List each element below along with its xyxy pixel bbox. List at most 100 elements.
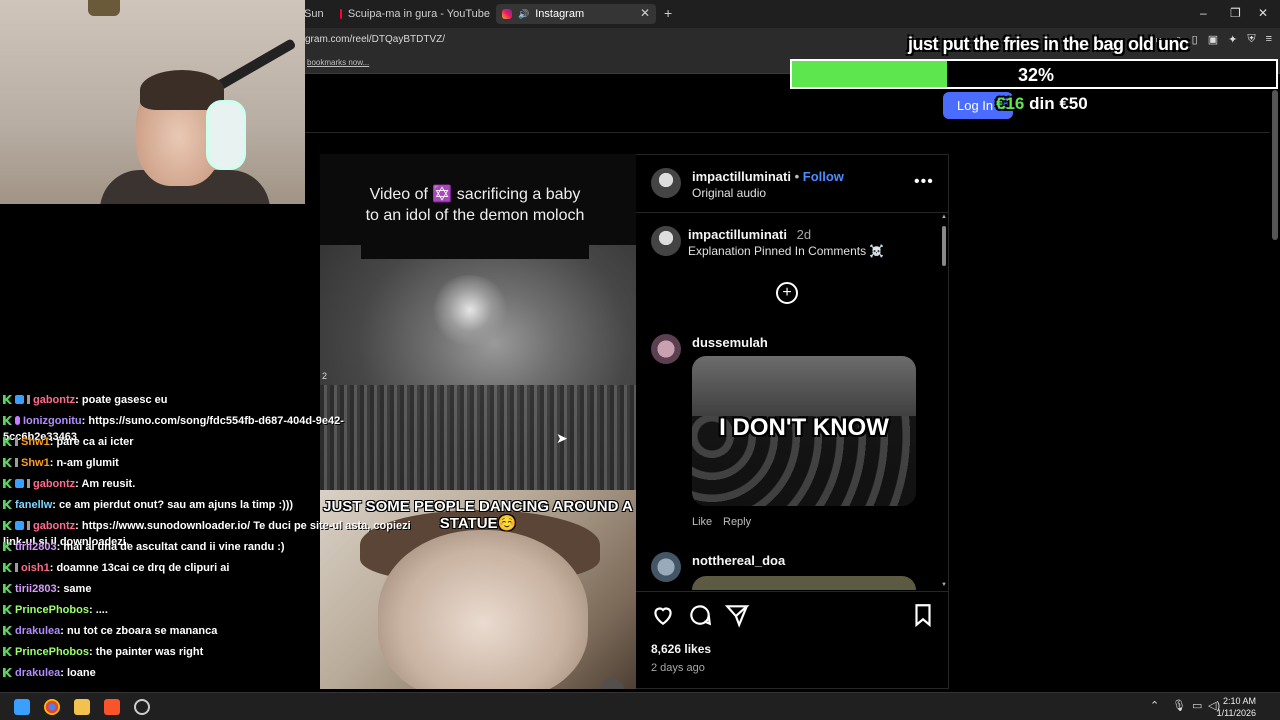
audio-link[interactable]: Original audio: [692, 186, 766, 200]
clock-date: 1/11/2026: [1216, 708, 1256, 718]
chat-message: Ionizgonitu: https://suno.com/song/fdc55…: [3, 415, 344, 427]
page-scrollbar[interactable]: [1272, 90, 1278, 240]
comment-user[interactable]: notthereal_doa: [692, 553, 785, 568]
caption-text: Explanation Pinned In Comments ☠️: [688, 244, 885, 258]
chat-message: gabontz: https://www.sunodownloader.io/ …: [3, 520, 411, 532]
chat-message: drakulea: loane: [3, 667, 96, 679]
green-badge-icon: [3, 605, 12, 614]
close-window-button[interactable]: ✕: [1258, 6, 1268, 20]
load-more-comments-icon[interactable]: +: [776, 282, 798, 304]
youtube-icon: [340, 9, 342, 19]
grey-badge-icon: [15, 563, 18, 572]
author-name[interactable]: impactilluminati: [692, 169, 791, 184]
stream-chat: gabontz: poate gasesc eu Ionizgonitu: htt…: [0, 392, 420, 692]
extensions-icon[interactable]: ✦: [1228, 33, 1237, 46]
chat-username[interactable]: Ionizgonitu: [23, 415, 82, 427]
brave-icon[interactable]: [104, 699, 120, 715]
green-badge-icon: [3, 542, 12, 551]
reply-button[interactable]: Reply: [723, 516, 751, 528]
share-icon[interactable]: [724, 602, 750, 628]
scroll-up-icon[interactable]: ▲: [941, 214, 947, 220]
chat-message: tirii2803: same: [3, 583, 91, 595]
chat-username[interactable]: drakulea: [15, 667, 60, 679]
chat-username[interactable]: PrincePhobos: [15, 604, 89, 616]
comments-scrollbar[interactable]: ▲ ▼: [941, 214, 947, 590]
chat-text: : ....: [88, 604, 108, 616]
caption-avatar[interactable]: [651, 226, 681, 256]
app-icon[interactable]: [134, 699, 150, 715]
scroll-down-icon[interactable]: ▼: [941, 582, 947, 588]
restore-button[interactable]: ❐: [1230, 6, 1241, 20]
caption-author[interactable]: impactilluminati: [688, 227, 787, 242]
reader-icon[interactable]: ▯: [1192, 33, 1198, 46]
tab-suno[interactable]: Suno: [304, 4, 324, 24]
chat-message: tirii2803: mai ai una de ascultat cand i…: [3, 541, 285, 553]
chat-text: : n-am glumit: [49, 457, 119, 469]
chat-message: fanellw: ce am pierdut onut? sau am ajun…: [3, 499, 293, 511]
minimize-button[interactable]: –: [1200, 6, 1207, 20]
url-field[interactable]: gram.com/reel/DTQayBTDTVZ/: [305, 34, 445, 45]
chat-text: : ce am pierdut onut? sau am ajuns la ti…: [52, 499, 294, 511]
mic-arm: [213, 38, 297, 92]
tab-instagram[interactable]: 🔊 Instagram ✕: [496, 4, 656, 24]
like-comment-button[interactable]: Like: [692, 516, 712, 528]
author-avatar[interactable]: [651, 168, 681, 198]
comment-icon[interactable]: [687, 602, 713, 628]
import-bookmarks-link[interactable]: bookmarks now...: [307, 58, 369, 67]
new-tab-button[interactable]: +: [664, 5, 672, 21]
commenter-avatar[interactable]: [651, 552, 681, 582]
chat-username[interactable]: gabontz: [33, 478, 75, 490]
microphone: [206, 100, 246, 170]
likes-count[interactable]: 8,626 likes: [651, 642, 711, 656]
caption-age: 2d: [796, 227, 812, 242]
file-explorer-icon[interactable]: [74, 699, 90, 715]
fireworks: [430, 275, 510, 345]
bookmark-icon[interactable]: [910, 602, 936, 628]
chat-username[interactable]: PrincePhobos: [15, 646, 89, 658]
clock[interactable]: 2:10 AM 1/11/2026: [1217, 695, 1256, 719]
green-badge-icon: [3, 500, 12, 509]
goal-separator: din: [1024, 94, 1060, 113]
video-small-label: 2: [322, 371, 328, 381]
chrome-icon[interactable]: [44, 699, 60, 715]
comment-gif: [692, 576, 916, 590]
chat-message: Shw1: n-am glumit: [3, 457, 119, 469]
chat-username[interactable]: Shw1: [21, 436, 50, 448]
chat-username[interactable]: tirii2803: [15, 541, 57, 553]
wallet-icon[interactable]: ▣: [1208, 33, 1218, 46]
green-badge-icon: [3, 479, 12, 488]
video-caption: Video of ✡️ sacrificing a baby to an ido…: [361, 184, 589, 259]
mic-badge-icon: [15, 416, 20, 425]
menu-icon[interactable]: ≡: [1266, 33, 1272, 46]
ceiling-light: [88, 0, 120, 16]
chat-username[interactable]: gabontz: [33, 394, 75, 406]
goal-percent: 32%: [1017, 65, 1055, 85]
tray-chevron-icon[interactable]: ⌃: [1150, 699, 1159, 712]
shield-icon[interactable]: ⛨: [1247, 33, 1255, 46]
chat-username[interactable]: oish1: [21, 562, 50, 574]
tab-youtube[interactable]: Scuipa-ma in gura - YouTube: [340, 4, 490, 24]
chat-username[interactable]: drakulea: [15, 625, 60, 637]
green-badge-icon: [3, 668, 12, 677]
comments-list: impactilluminati 2d Explanation Pinned I…: [636, 214, 949, 590]
chat-text: : doamne 13cai ce drq de clipuri ai: [49, 562, 230, 574]
windows-start-icon[interactable]: [14, 699, 30, 715]
close-tab-icon[interactable]: ✕: [640, 6, 650, 20]
scroll-thumb[interactable]: [942, 226, 946, 266]
comment-user[interactable]: dussemulah: [692, 335, 768, 350]
chat-username[interactable]: Shw1: [21, 457, 50, 469]
green-badge-icon: [3, 563, 12, 572]
commenter-avatar[interactable]: [651, 334, 681, 364]
more-options-icon[interactable]: •••: [914, 173, 934, 191]
chat-username[interactable]: tirii2803: [15, 583, 57, 595]
chat-message: PrincePhobos: ....: [3, 604, 108, 616]
network-icon[interactable]: ▭: [1192, 699, 1202, 712]
heart-icon[interactable]: [650, 602, 676, 628]
chat-username[interactable]: fanellw: [15, 499, 52, 511]
chat-username[interactable]: gabontz: [33, 520, 75, 532]
mic-tray-icon[interactable]: 🎙: [1172, 699, 1186, 712]
chat-text: : https://suno.com/song/fdc554fb-d687-40…: [81, 415, 344, 427]
blue-badge-icon: [15, 479, 24, 488]
webcam-overlay: [0, 0, 305, 204]
follow-button[interactable]: Follow: [803, 169, 844, 184]
